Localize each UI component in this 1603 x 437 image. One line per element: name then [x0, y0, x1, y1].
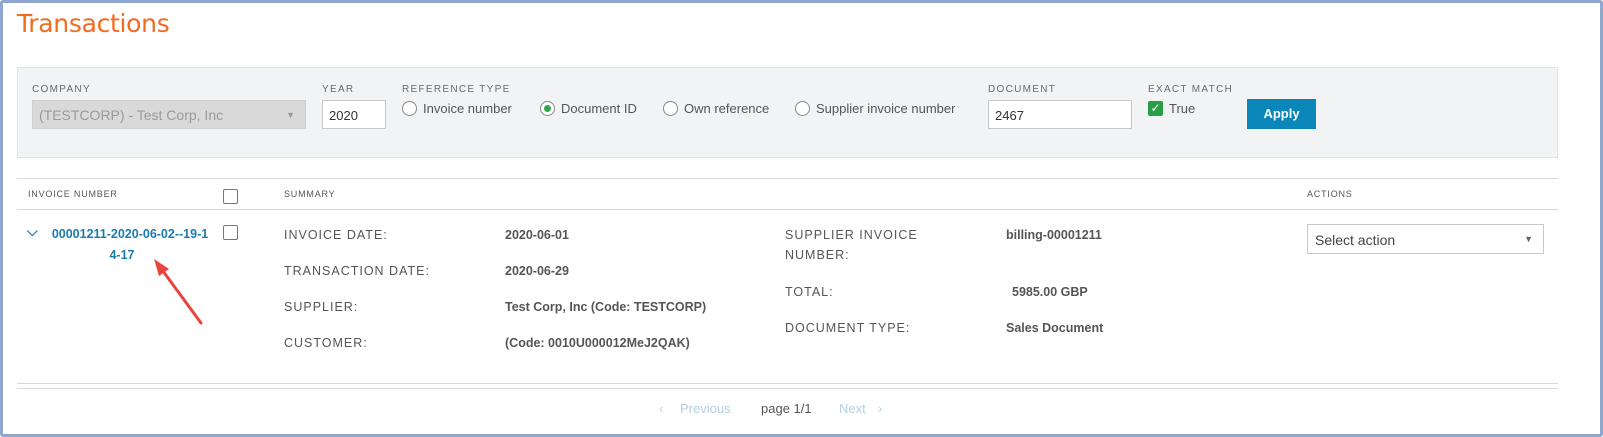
radio-own-reference[interactable]: Own reference	[663, 101, 769, 116]
customer-label: CUSTOMER:	[284, 336, 368, 350]
radio-invoice-number[interactable]: Invoice number	[402, 101, 512, 116]
invoice-number-link[interactable]: 00001211-2020-06-02--19-1 4-17	[27, 224, 217, 266]
radio-document-id[interactable]: Document ID	[540, 101, 637, 116]
checkmark-icon: ✓	[1150, 101, 1161, 115]
document-input[interactable]: 2467	[988, 100, 1132, 129]
select-action-placeholder: Select action	[1315, 232, 1396, 248]
previous-chevron-icon[interactable]: ‹	[659, 401, 663, 416]
company-value: (TESTCORP) - Test Corp, Inc	[39, 107, 224, 123]
divider	[17, 383, 1558, 384]
supplier-label: SUPPLIER:	[284, 300, 359, 314]
invoice-date-value: 2020-06-01	[505, 228, 569, 242]
divider	[17, 209, 1558, 210]
divider	[17, 388, 1558, 389]
transaction-date-value: 2020-06-29	[505, 264, 569, 278]
apply-button[interactable]: Apply	[1247, 99, 1316, 129]
page-title: Transactions	[17, 9, 170, 38]
reference-type-label: REFERENCE TYPE	[402, 84, 511, 95]
header-summary: SUMMARY	[284, 189, 336, 199]
company-select[interactable]: (TESTCORP) - Test Corp, Inc ▼	[32, 100, 306, 129]
supplier-value: Test Corp, Inc (Code: TESTCORP)	[505, 300, 707, 314]
invoice-number-line1: 00001211-2020-06-02--19-1	[51, 227, 209, 241]
supplier-invoice-number-value: billing-00001211	[1006, 228, 1102, 242]
radio-circle[interactable]	[795, 101, 810, 116]
total-value: 5985.00 GBP	[1012, 285, 1088, 299]
year-label: YEAR	[322, 84, 355, 95]
invoice-number-line2: 4-17	[109, 248, 135, 262]
chevron-down-icon: ▼	[1524, 234, 1533, 244]
document-type-value: Sales Document	[1006, 321, 1104, 335]
document-label: DOCUMENT	[988, 84, 1057, 95]
radio-label: Document ID	[561, 101, 637, 116]
previous-button[interactable]: Previous	[680, 401, 731, 416]
supplier-invoice-number-label: SUPPLIER INVOICE	[785, 228, 918, 242]
exact-match-label: EXACT MATCH	[1148, 84, 1234, 95]
select-action-dropdown[interactable]: Select action ▼	[1307, 224, 1544, 254]
radio-label: Own reference	[684, 101, 770, 116]
chevron-down-icon: ▼	[286, 110, 295, 120]
radio-circle-selected[interactable]	[540, 101, 555, 116]
radio-supplier-invoice-number[interactable]: Supplier invoice number	[795, 101, 955, 116]
document-type-label: DOCUMENT TYPE:	[785, 321, 911, 335]
radio-circle[interactable]	[402, 101, 417, 116]
select-all-checkbox[interactable]	[223, 189, 238, 204]
header-actions: ACTIONS	[1307, 189, 1353, 199]
invoice-date-label: INVOICE DATE:	[284, 228, 388, 242]
year-input[interactable]: 2020	[322, 100, 386, 129]
exact-match-value: True	[1169, 101, 1196, 116]
divider	[17, 178, 1558, 179]
transaction-date-label: TRANSACTION DATE:	[284, 264, 430, 278]
row-checkbox[interactable]	[223, 225, 238, 240]
next-chevron-icon[interactable]: ›	[878, 401, 882, 416]
filter-panel: COMPANY (TESTCORP) - Test Corp, Inc ▼ YE…	[17, 67, 1558, 158]
page-indicator: page 1/1	[761, 401, 812, 416]
exact-match-checkbox[interactable]: ✓	[1148, 101, 1163, 116]
total-label: TOTAL:	[785, 285, 834, 299]
next-button[interactable]: Next	[839, 401, 866, 416]
supplier-invoice-number-label-2: NUMBER:	[785, 248, 850, 262]
company-label: COMPANY	[32, 84, 91, 95]
header-invoice-number: INVOICE NUMBER	[28, 189, 118, 199]
radio-circle[interactable]	[663, 101, 678, 116]
customer-value: (Code: 0010U000012MeJ2QAK)	[505, 336, 690, 350]
radio-label: Invoice number	[423, 101, 512, 116]
app-frame: Transactions COMPANY (TESTCORP) - Test C…	[0, 0, 1603, 437]
radio-label: Supplier invoice number	[816, 101, 956, 116]
